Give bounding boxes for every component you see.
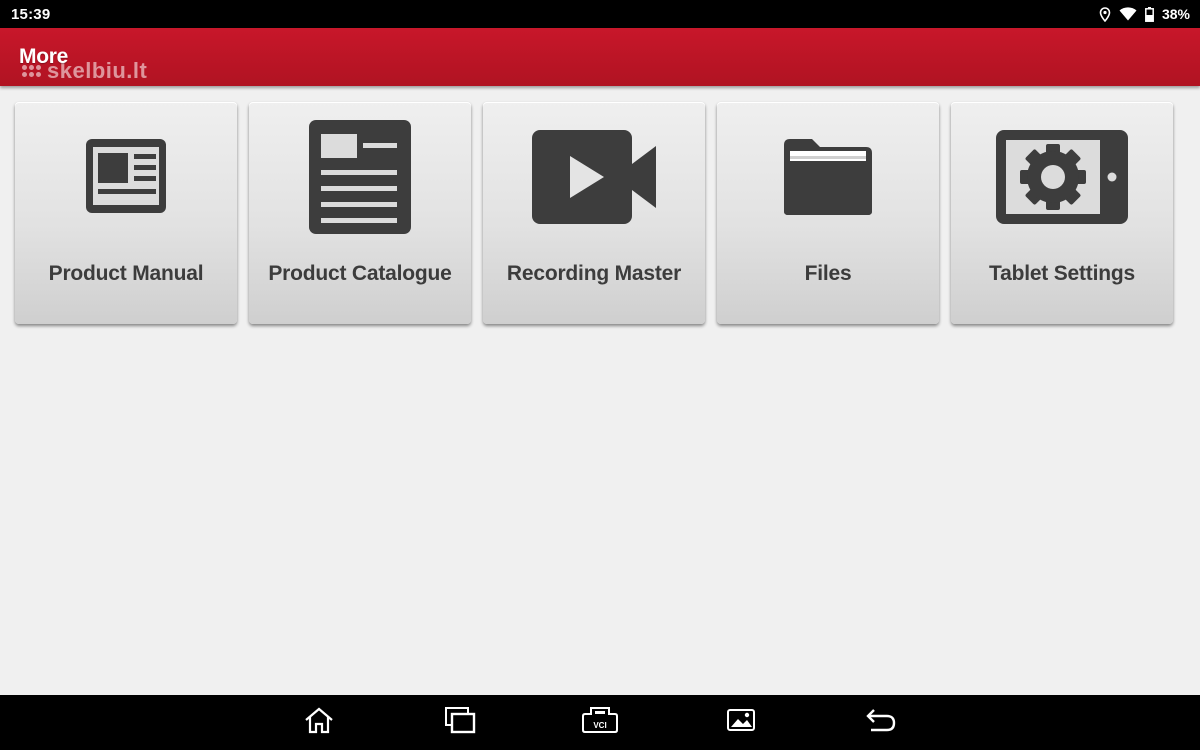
recent-apps-button[interactable] — [442, 706, 478, 739]
tablet-settings-tile[interactable]: Tablet Settings — [951, 102, 1173, 324]
back-icon — [865, 707, 897, 738]
vci-icon: VCI — [581, 706, 619, 739]
folder-icon — [717, 102, 939, 252]
recent-apps-icon — [444, 706, 476, 739]
page-title: More — [19, 45, 68, 68]
app-header: skelbiu.lt More — [0, 28, 1200, 86]
tile-label: Recording Master — [506, 262, 682, 285]
navigation-bar: VCI — [0, 695, 1200, 750]
gallery-icon — [726, 708, 756, 737]
tablet-settings-icon — [951, 102, 1173, 252]
recording-master-tile[interactable]: Recording Master — [483, 102, 705, 324]
tile-label: Tablet Settings — [989, 262, 1135, 285]
product-manual-icon — [15, 102, 237, 252]
video-camera-icon — [483, 102, 705, 252]
back-button[interactable] — [863, 707, 899, 737]
gallery-button[interactable] — [723, 707, 759, 737]
tile-label: Product Catalogue — [268, 262, 452, 285]
product-manual-tile[interactable]: Product Manual — [15, 102, 237, 324]
vci-button[interactable]: VCI — [581, 706, 619, 739]
location-icon — [1099, 6, 1111, 22]
status-bar: 15:39 38% — [0, 0, 1200, 28]
vci-label: VCI — [593, 721, 606, 730]
product-catalogue-icon — [249, 102, 471, 252]
battery-percent: 38% — [1161, 6, 1190, 22]
wifi-icon — [1119, 7, 1137, 21]
tile-grid: Product Manual Product Catalogue Recordi — [15, 102, 1173, 324]
product-catalogue-tile[interactable]: Product Catalogue — [249, 102, 471, 324]
status-time: 15:39 — [11, 5, 51, 23]
tile-label: Files — [804, 262, 852, 285]
home-icon — [304, 706, 334, 739]
files-tile[interactable]: Files — [717, 102, 939, 324]
tile-label: Product Manual — [48, 262, 204, 285]
status-icons: 38% — [1099, 6, 1190, 22]
battery-icon — [1145, 6, 1154, 22]
home-button[interactable] — [301, 707, 337, 737]
